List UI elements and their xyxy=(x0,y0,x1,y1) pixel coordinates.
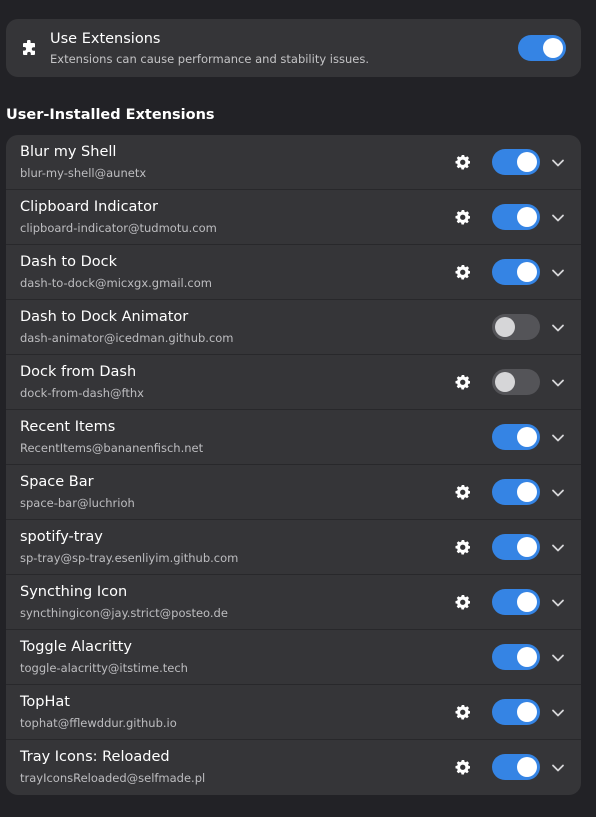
extension-toggle[interactable] xyxy=(492,754,540,780)
extension-name: TopHat xyxy=(20,694,70,710)
extension-row: Recent Items RecentItems@bananenfisch.net xyxy=(6,410,581,465)
puzzle-icon xyxy=(23,40,35,55)
chevron-down-icon[interactable] xyxy=(551,760,565,774)
use-extensions-subtitle: Extensions can cause performance and sta… xyxy=(50,52,369,66)
chevron-down-icon[interactable] xyxy=(551,320,565,334)
extension-toggle[interactable] xyxy=(492,644,540,670)
extension-toggle[interactable] xyxy=(492,204,540,230)
extension-uuid: trayIconsReloaded@selfmade.pl xyxy=(20,771,206,785)
use-extensions-row: Use Extensions Extensions can cause perf… xyxy=(6,19,581,77)
settings-gear-icon[interactable] xyxy=(455,539,471,555)
switch-knob xyxy=(517,757,537,777)
extension-uuid: syncthingicon@jay.strict@posteo.de xyxy=(20,606,228,620)
switch-knob xyxy=(517,427,537,447)
extension-toggle[interactable] xyxy=(492,314,540,340)
extension-name: Space Bar xyxy=(20,474,94,490)
switch-knob xyxy=(495,372,515,392)
extension-row: Space Bar space-bar@luchrioh xyxy=(6,465,581,520)
extension-name: spotify-tray xyxy=(20,529,103,545)
extension-uuid: toggle-alacritty@itstime.tech xyxy=(20,661,188,675)
settings-gear-icon[interactable] xyxy=(455,594,471,610)
extension-toggle[interactable] xyxy=(492,479,540,505)
switch-knob xyxy=(543,38,563,58)
extension-uuid: dock-from-dash@fthx xyxy=(20,386,144,400)
switch-knob xyxy=(495,317,515,337)
extension-row: Dash to Dock dash-to-dock@micxgx.gmail.co… xyxy=(6,245,581,300)
extension-row: Dock from Dash dock-from-dash@fthx xyxy=(6,355,581,410)
chevron-down-icon[interactable] xyxy=(551,155,565,169)
settings-gear-icon[interactable] xyxy=(455,209,471,225)
extension-row: Blur my Shell blur-my-shell@aunetx xyxy=(6,135,581,190)
chevron-down-icon[interactable] xyxy=(551,705,565,719)
use-extensions-title: Use Extensions xyxy=(50,31,161,47)
extension-uuid: sp-tray@sp-tray.esenliyim.github.com xyxy=(20,551,239,565)
extension-row: spotify-tray sp-tray@sp-tray.esenliyim.gi… xyxy=(6,520,581,575)
extension-name: Clipboard Indicator xyxy=(20,199,158,215)
extension-row: TopHat tophat@fflewddur.github.io xyxy=(6,685,581,740)
switch-knob xyxy=(517,592,537,612)
settings-gear-icon[interactable] xyxy=(455,154,471,170)
extension-uuid: dash-to-dock@micxgx.gmail.com xyxy=(20,276,212,290)
section-heading: User-Installed Extensions xyxy=(6,107,215,123)
switch-knob xyxy=(517,647,537,667)
chevron-down-icon[interactable] xyxy=(551,265,565,279)
chevron-down-icon[interactable] xyxy=(551,650,565,664)
use-extensions-switch[interactable] xyxy=(518,35,566,61)
chevron-down-icon[interactable] xyxy=(551,430,565,444)
extension-row: Toggle Alacritty toggle-alacritty@itstime… xyxy=(6,630,581,685)
extension-toggle[interactable] xyxy=(492,369,540,395)
settings-gear-icon[interactable] xyxy=(455,264,471,280)
extension-uuid: tophat@fflewddur.github.io xyxy=(20,716,177,730)
extension-name: Dash to Dock xyxy=(20,254,117,270)
settings-gear-icon[interactable] xyxy=(455,374,471,390)
extension-row: Dash to Dock Animator dash-animator@icedm… xyxy=(6,300,581,355)
extension-toggle[interactable] xyxy=(492,534,540,560)
extension-row: Clipboard Indicator clipboard-indicator@t… xyxy=(6,190,581,245)
settings-gear-icon[interactable] xyxy=(455,759,471,775)
extension-list: Blur my Shell blur-my-shell@aunetx Clipboa… xyxy=(6,135,581,795)
switch-knob xyxy=(517,702,537,722)
extension-name: Syncthing Icon xyxy=(20,584,128,600)
extension-toggle[interactable] xyxy=(492,699,540,725)
extension-toggle[interactable] xyxy=(492,589,540,615)
extension-row: Syncthing Icon syncthingicon@jay.strict@p… xyxy=(6,575,581,630)
settings-gear-icon[interactable] xyxy=(455,704,471,720)
extension-name: Dash to Dock Animator xyxy=(20,309,189,325)
chevron-down-icon[interactable] xyxy=(551,485,565,499)
chevron-down-icon[interactable] xyxy=(551,375,565,389)
extension-uuid: dash-animator@icedman.github.com xyxy=(20,331,234,345)
extension-name: Tray Icons: Reloaded xyxy=(20,749,170,765)
extension-toggle[interactable] xyxy=(492,424,540,450)
extension-uuid: clipboard-indicator@tudmotu.com xyxy=(20,221,217,235)
extension-uuid: space-bar@luchrioh xyxy=(20,496,135,510)
chevron-down-icon[interactable] xyxy=(551,595,565,609)
extension-toggle[interactable] xyxy=(492,149,540,175)
switch-knob xyxy=(517,537,537,557)
extension-uuid: blur-my-shell@aunetx xyxy=(20,166,147,180)
extension-name: Toggle Alacritty xyxy=(20,639,132,655)
switch-knob xyxy=(517,262,537,282)
switch-knob xyxy=(517,207,537,227)
settings-gear-icon[interactable] xyxy=(455,484,471,500)
extension-name: Blur my Shell xyxy=(20,144,117,160)
switch-knob xyxy=(517,152,537,172)
extension-row: Tray Icons: Reloaded trayIconsReloaded@se… xyxy=(6,740,581,795)
extension-uuid: RecentItems@bananenfisch.net xyxy=(20,441,204,455)
extension-name: Dock from Dash xyxy=(20,364,137,380)
extension-toggle[interactable] xyxy=(492,259,540,285)
chevron-down-icon[interactable] xyxy=(551,540,565,554)
extension-name: Recent Items xyxy=(20,419,116,435)
switch-knob xyxy=(517,482,537,502)
chevron-down-icon[interactable] xyxy=(551,210,565,224)
